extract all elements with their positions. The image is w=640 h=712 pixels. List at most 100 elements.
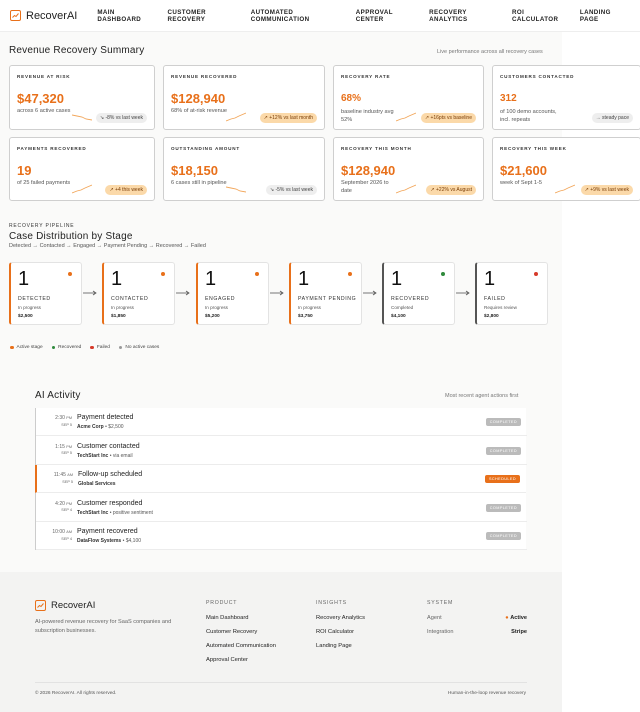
arrow-right-icon (456, 290, 470, 296)
metric-card: REVENUE AT RISK $47,320 across 6 active ca… (9, 65, 155, 130)
sparkline-icon (226, 186, 246, 193)
stage-status-dot (161, 272, 165, 276)
pipeline-stage-detected[interactable]: 1 DETECTED In progress $2,500 (9, 262, 82, 325)
legend-item: Active stage (10, 345, 43, 350)
pipeline-stage-recovered[interactable]: 1 RECOVERED Completed $4,100 (382, 262, 455, 325)
activity-subtitle: DataFlow Systems • $4,100 (77, 538, 142, 544)
stage-name: ENGAGED (205, 296, 236, 302)
chart-logo-icon (35, 600, 46, 611)
nav-link-main-dashboard[interactable]: MAIN DASHBOARD (97, 9, 152, 23)
activity-row[interactable]: 1:15 PM SEP 5 Customer contacted TechStart … (36, 437, 527, 465)
metric-description: across 6 active cases (17, 108, 71, 114)
footer-link-customer-recovery[interactable]: Customer Recovery (206, 629, 276, 635)
page-right-margin (562, 32, 640, 712)
activity-title: Customer contacted (77, 442, 140, 450)
stage-count: 1 (391, 268, 403, 290)
activity-subtitle: Global Services (78, 481, 116, 487)
legend-dot (90, 345, 94, 350)
footer-brand[interactable]: RecoverAI (35, 600, 95, 611)
metric-label: REVENUE AT RISK (17, 74, 71, 79)
sparkline-icon (72, 184, 92, 194)
legend-item: No active cases (118, 345, 159, 350)
nav-link-roi-calculator[interactable]: ROI CALCULATOR (512, 9, 565, 23)
pipeline-flow: Detected → Contacted → Engaged → Payment… (9, 243, 206, 249)
stage-amount: $2,800 (484, 314, 499, 319)
system-integration-value: Stripe (511, 629, 527, 635)
trend-badge: ↗ +12% vs last month (259, 113, 317, 123)
stage-status-dot (255, 272, 259, 276)
metric-value: $47,320 (17, 91, 64, 106)
system-integration-label: Integration (427, 629, 454, 635)
activity-detail: $2,500 (108, 424, 124, 430)
nav-link-automated-communication[interactable]: AUTOMATED COMMUNICATION (251, 9, 341, 23)
activity-subtitle: TechStart Inc • via email (77, 452, 133, 459)
activity-status-badge: COMPLETED (485, 532, 521, 540)
nav-link-approval-center[interactable]: APPROVAL CENTER (356, 9, 414, 23)
footer-link-recovery-analytics[interactable]: Recovery Analytics (316, 615, 365, 621)
stage-count: 1 (18, 268, 30, 290)
metric-label: CUSTOMERS CONTACTED (500, 74, 575, 79)
activity-row[interactable]: 4:20 PM SEP 4 Customer responded TechStart … (36, 494, 527, 522)
top-nav: RecoverAI MAIN DASHBOARD CUSTOMER RECOVE… (0, 0, 640, 32)
pipeline-eyebrow: RECOVERY PIPELINE (9, 223, 75, 229)
pipeline-title: Case Distribution by Stage (9, 231, 133, 242)
activity-ampm: PM (66, 501, 72, 506)
activity-ampm: AM (67, 473, 73, 477)
pipeline-stage-engaged[interactable]: 1 ENGAGED In progress $5,200 (196, 262, 269, 325)
activity-row[interactable]: 11:45 AM SEP 5 Follow-up scheduled Global S… (35, 465, 526, 493)
footer-divider (35, 682, 527, 683)
trend-badge: ↘ -8% vs last week (95, 113, 147, 123)
activity-time: 2:30 PM SEP 5 (46, 415, 72, 428)
metric-label: RECOVERY RATE (341, 74, 391, 79)
metric-card: OUTSTANDING AMOUNT $18,150 6 cases still i… (163, 137, 325, 201)
nav-link-recovery-analytics[interactable]: RECOVERY ANALYTICS (429, 9, 497, 23)
footer-copyright: © 2026 RecoverAI. All rights reserved. (35, 691, 117, 696)
metric-description: week of Sept 1-5 (500, 180, 542, 186)
pipeline-stage-contacted[interactable]: 1 CONTACTED In progress $1,850 (102, 262, 175, 325)
nav-link-landing-page[interactable]: LANDING PAGE (580, 9, 625, 23)
metric-value: $18,150 (171, 163, 218, 178)
activity-company: Global Services (78, 481, 116, 487)
summary-title: Revenue Recovery Summary (9, 45, 145, 56)
system-agent-status: ● Active (505, 615, 527, 621)
trend-badge: ↗ +9% vs last week (580, 185, 633, 195)
sparkline-icon (396, 184, 416, 194)
footer-link-roi-calculator[interactable]: ROI Calculator (316, 629, 365, 635)
nav-link-customer-recovery[interactable]: CUSTOMER RECOVERY (168, 9, 236, 23)
brand-logo[interactable]: RecoverAI (10, 10, 77, 22)
metric-label: REVENUE RECOVERED (171, 74, 238, 79)
stage-name: FAILED (484, 296, 506, 302)
system-agent-row: Agent ● Active (427, 615, 527, 621)
activity-title: AI Activity (35, 390, 81, 401)
activity-row[interactable]: 2:30 PM SEP 5 Payment detected Acme Corp • … (36, 408, 527, 436)
legend-label: Active stage (16, 345, 43, 350)
trend-badge: ↗ +16pts vs baseline (420, 113, 476, 123)
sparkline-icon (563, 112, 583, 122)
stage-status-dot (348, 272, 352, 276)
stage-amount: $1,850 (111, 314, 126, 319)
stage-count: 1 (205, 268, 217, 290)
activity-row[interactable]: 10:00 AM SEP 4 Payment recovered DataFlow S… (36, 522, 527, 550)
footer-link-landing-page[interactable]: Landing Page (316, 643, 365, 649)
footer-insights-heading: INSIGHTS (316, 600, 347, 606)
activity-date: SEP 5 (61, 451, 72, 455)
footer-system-heading: SYSTEM (427, 600, 454, 606)
activity-status-badge: SCHEDULED (484, 475, 520, 483)
stage-status-dot (68, 272, 72, 276)
stage-amount: $3,750 (298, 314, 313, 319)
activity-ampm: PM (66, 444, 72, 449)
footer-system-col: SYSTEM Agent ● Active Integration Stripe (427, 600, 527, 643)
activity-status-badge: COMPLETED (485, 446, 521, 455)
footer-product-heading: PRODUCT (206, 600, 238, 606)
stage-status: In progress (298, 305, 321, 310)
legend-dot (118, 345, 123, 350)
footer-link-automated-communication[interactable]: Automated Communication (206, 643, 276, 649)
footer-link-approval-center[interactable]: Approval Center (206, 657, 276, 663)
activity-date: SEP 5 (61, 422, 72, 427)
footer-link-main-dashboard[interactable]: Main Dashboard (206, 615, 276, 621)
activity-detail: $4,100 (125, 538, 142, 544)
chart-logo-icon (10, 10, 21, 21)
stage-status: In progress (18, 305, 41, 310)
pipeline-stage-failed[interactable]: 1 FAILED Requires review $2,800 (475, 262, 548, 325)
pipeline-stage-payment-pending[interactable]: 1 PAYMENT PENDING In progress $3,750 (289, 262, 362, 325)
